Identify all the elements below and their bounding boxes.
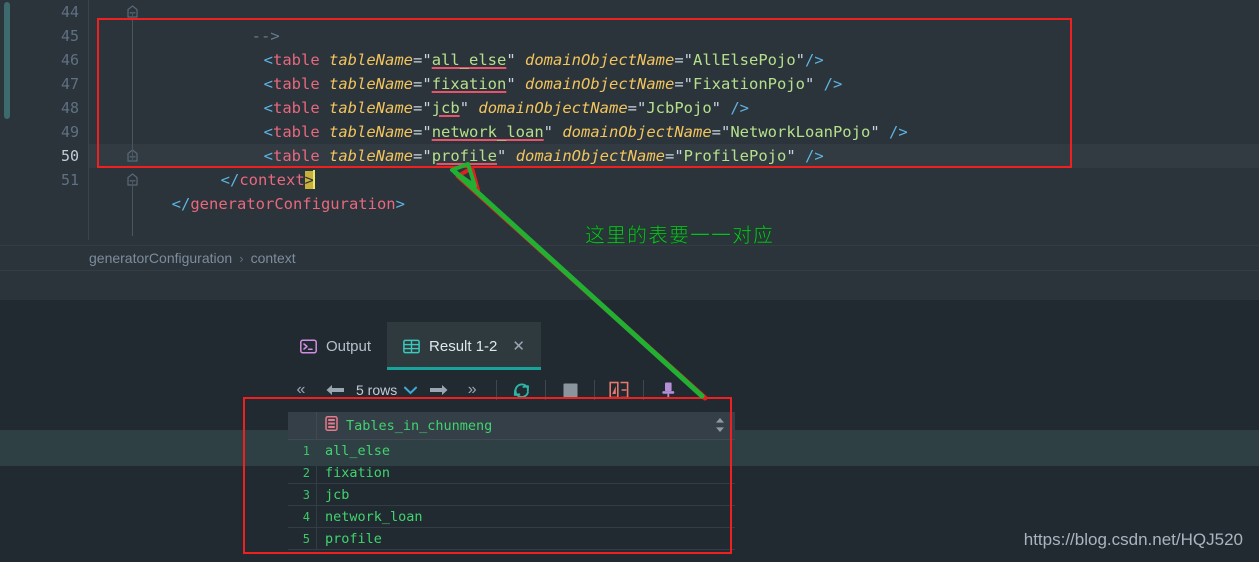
row-number: 3 bbox=[302, 488, 310, 502]
code-line-51: </generatorConfiguration> bbox=[97, 168, 405, 213]
row-number: 5 bbox=[302, 532, 310, 546]
arrow-left-icon bbox=[326, 385, 344, 395]
code-line-47: <table tableName="jcb" domainObjectName=… bbox=[189, 72, 749, 117]
sort-arrows-icon[interactable] bbox=[715, 417, 725, 437]
code-line-46: <table tableName="fixation" domainObject… bbox=[189, 48, 843, 93]
close-tag-name: generatorConfiguration bbox=[190, 195, 396, 213]
database-column-icon bbox=[325, 416, 338, 435]
row-value[interactable]: profile bbox=[316, 528, 735, 549]
row-number: 4 bbox=[302, 510, 310, 524]
table-row[interactable]: 5 profile bbox=[288, 528, 735, 550]
row-value[interactable]: fixation bbox=[316, 462, 735, 483]
grid-column-header-tables-in-chunmeng[interactable]: Tables_in_chunmeng bbox=[316, 411, 735, 440]
code-line-44: --> bbox=[177, 0, 280, 45]
breadcrumb-item-generatorconfiguration[interactable]: generatorConfiguration bbox=[89, 250, 232, 266]
first-page-button[interactable]: « bbox=[284, 373, 318, 407]
watermark: https://blog.csdn.net/HQJ520 bbox=[1023, 530, 1243, 549]
quote-2: " bbox=[804, 75, 824, 93]
tag-selfclose: /> bbox=[805, 147, 824, 165]
table-row[interactable]: 3 jcb bbox=[288, 484, 735, 506]
rows-count-selector[interactable]: 5 rows bbox=[352, 382, 421, 398]
table-row[interactable]: 1 all_else bbox=[288, 440, 735, 462]
code-line-48: <table tableName="network_loan" domainOb… bbox=[189, 96, 908, 141]
quote-2: " bbox=[786, 147, 805, 165]
attr-name: tableName bbox=[329, 147, 414, 165]
code-line-45: <table tableName="all_else" domainObject… bbox=[189, 24, 824, 69]
grid-icon bbox=[403, 338, 420, 355]
close-tag-end: > bbox=[395, 195, 405, 213]
code-folding-column bbox=[60, 0, 138, 245]
grid-column-header-label: Tables_in_chunmeng bbox=[346, 417, 493, 434]
editor-scrollbar-thumb[interactable] bbox=[4, 2, 10, 119]
grid-header-gutter bbox=[288, 412, 316, 440]
code-line-49: <table tableName="profile" domainObjectN… bbox=[189, 120, 824, 165]
breadcrumb: generatorConfiguration › context bbox=[89, 246, 296, 270]
row-number: 2 bbox=[302, 466, 310, 480]
row-value[interactable]: network_loan bbox=[316, 506, 735, 527]
tab-output[interactable]: Output bbox=[284, 322, 387, 370]
double-chevron-left-icon: « bbox=[296, 381, 306, 398]
chevron-right-icon: › bbox=[239, 250, 244, 266]
breadcrumb-item-context[interactable]: context bbox=[251, 250, 296, 266]
table-row[interactable]: 2 fixation bbox=[288, 462, 735, 484]
close-tag-bracket: </ bbox=[171, 195, 191, 213]
annotation-arrow bbox=[450, 162, 708, 401]
screenshot-root: 44 45 46 47 48 49 50 51 --> <table table… bbox=[0, 0, 1259, 562]
row-value[interactable]: all_else bbox=[316, 440, 735, 461]
tab-output-label: Output bbox=[326, 337, 372, 355]
table-row[interactable]: 4 network_loan bbox=[288, 506, 735, 528]
row-value[interactable]: jcb bbox=[316, 484, 735, 505]
chevron-down-icon bbox=[404, 386, 418, 394]
row-number: 1 bbox=[302, 444, 310, 458]
equals: =" bbox=[413, 147, 432, 165]
tag-selfclose: /> bbox=[823, 75, 843, 93]
prev-page-button[interactable] bbox=[318, 373, 352, 407]
tag-selfclose: /> bbox=[888, 123, 908, 141]
editor-vertical-scrollbar[interactable] bbox=[0, 0, 14, 245]
annotation-note-text: 这里的表要一一对应 bbox=[585, 223, 774, 248]
quote-2: " bbox=[870, 123, 889, 141]
terminal-icon bbox=[300, 338, 317, 355]
rows-count-label: 5 rows bbox=[356, 382, 398, 398]
result-grid[interactable]: Tables_in_chunmeng 1 all_else 2 fixation… bbox=[288, 411, 735, 560]
grid-header-row: Tables_in_chunmeng bbox=[288, 411, 735, 440]
code-line-50: </context> bbox=[146, 144, 315, 189]
